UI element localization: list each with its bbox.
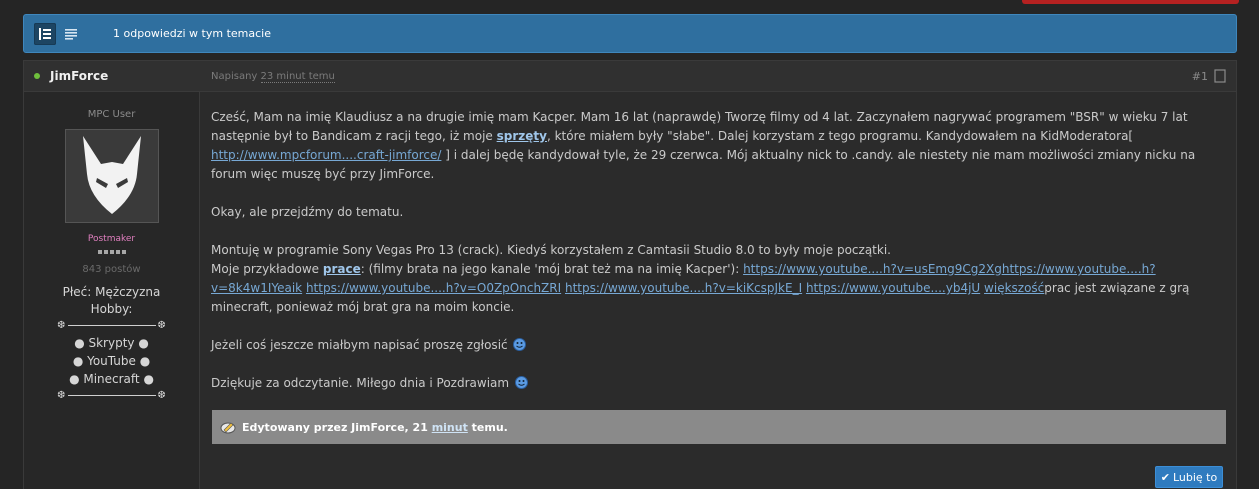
rank-pip <box>121 250 126 254</box>
ornament-divider: ❆ ❆ <box>24 318 199 333</box>
post-paragraph: Cześć, Mam na imię Klaudiusz a na drugie… <box>211 110 1196 181</box>
checkmark-icon: ✔ <box>1160 470 1170 484</box>
smiley-icon <box>514 376 528 389</box>
post-paragraph: Dziękuje za odczytanie. Miłego dnia i Po… <box>211 374 1221 393</box>
edit-notice: Edytowany przez JimForce, 21 minut temu. <box>212 410 1226 444</box>
gender-field: Płeć: Mężczyzna <box>62 285 161 299</box>
keyword-link[interactable]: prace <box>323 262 361 276</box>
hobby-label: Hobby: <box>90 302 133 316</box>
youtube-link[interactable]: https://www.youtube....yb4jU <box>806 281 980 295</box>
posted-date: Napisany 23 minut temu <box>211 71 335 83</box>
rank-pips <box>24 250 199 254</box>
threaded-view-icon <box>39 27 51 40</box>
post-paragraph: Jeżeli coś jeszcze miałbym napisać prosz… <box>211 336 1221 355</box>
avatar[interactable] <box>64 129 159 223</box>
edit-pencil-icon <box>220 422 236 434</box>
external-link[interactable]: http://www.mpcforum....craft-jimforce/ <box>211 148 441 162</box>
snowflake-icon: ❆ <box>157 390 166 401</box>
post-paragraph: Montuję w programie Sony Vegas Pro 13 (c… <box>211 243 1190 314</box>
snowflake-icon: ❆ <box>57 320 66 331</box>
member-group: MPC User <box>87 109 136 120</box>
hobby-item: ● Skrypty ● <box>74 336 149 350</box>
posted-label: Napisany <box>211 71 258 82</box>
smiley-icon <box>513 338 527 351</box>
member-rank: Postmaker <box>87 234 136 244</box>
hobby-list: ● Skrypty ● ● YouTube ● ● Minecraft ● <box>24 334 199 388</box>
like-button[interactable]: ✔ Lubię to <box>1155 466 1223 488</box>
post-count: 843 postów <box>82 264 141 275</box>
rank-pip <box>109 250 114 254</box>
posted-time: 23 minut temu <box>260 71 335 83</box>
rank-pip <box>103 250 108 254</box>
youtube-link[interactable]: https://www.youtube....h?v=kiKcspJkE_I <box>565 281 802 295</box>
hobby-item: ● Minecraft ● <box>69 372 154 386</box>
youtube-link[interactable]: https://www.youtube....h?v=usEmg9Cg2Xg <box>743 262 1002 276</box>
keyword-link[interactable]: większość <box>984 281 1044 295</box>
share-icon[interactable] <box>1214 69 1226 83</box>
list-view-icon <box>65 28 77 40</box>
ornament-divider: ❆ ❆ <box>24 388 199 403</box>
snowflake-icon: ❆ <box>57 390 66 401</box>
mask-avatar-icon <box>82 136 141 214</box>
post-paragraph: Okay, ale przejdźmy do tematu. <box>211 205 404 219</box>
reply-count: 1 odpowiedzi w tym temacie <box>113 27 271 40</box>
edit-text: Edytowany przez JimForce, 21 minut temu. <box>242 420 508 434</box>
view-mode-list-button[interactable] <box>60 23 82 45</box>
keyword-link[interactable]: sprzęty <box>497 129 547 143</box>
hobby-item: ● YouTube ● <box>72 354 151 368</box>
like-button-label: Lubię to <box>1172 470 1218 484</box>
post-number-link[interactable]: #1 <box>1192 70 1208 83</box>
rank-pip <box>97 250 102 254</box>
rank-pip <box>115 250 120 254</box>
custom-profile-fields: Płeć: Mężczyzna Hobby: ❆ ❆ ● Skrypty ● ●… <box>24 284 199 403</box>
author-info-column: MPC User Postmaker 843 postów Płeć: Mężc… <box>24 92 200 489</box>
topic-bar: 1 odpowiedzi w tym temacie <box>23 14 1237 53</box>
snowflake-icon: ❆ <box>157 320 166 331</box>
top-red-tab[interactable] <box>1022 0 1239 4</box>
post-content: Cześć, Mam na imię Klaudiusz a na drugie… <box>211 108 1221 412</box>
youtube-link[interactable]: https://www.youtube....h?v=O0ZpOnchZRI <box>306 281 561 295</box>
author-name-link[interactable]: JimForce <box>50 69 108 83</box>
post-header: JimForce Napisany 23 minut temu #1 <box>24 61 1236 92</box>
online-status-icon <box>34 73 40 79</box>
post: JimForce Napisany 23 minut temu #1 MPC U… <box>23 60 1237 489</box>
view-mode-threaded-button[interactable] <box>34 22 56 45</box>
